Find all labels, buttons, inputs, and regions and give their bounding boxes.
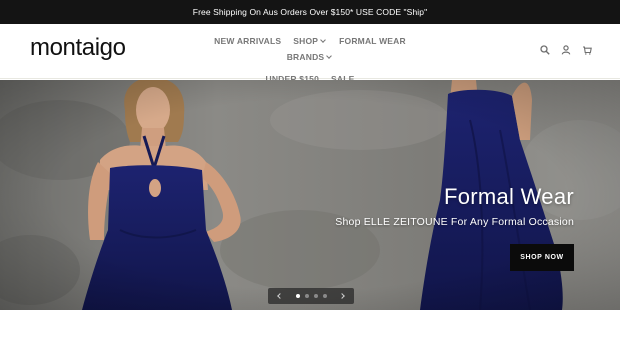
site-header: montaigo NEW ARRIVALS SHOP FORMAL WEAR B… xyxy=(0,24,620,84)
nav-label: FORMAL WEAR xyxy=(339,36,406,46)
hero-title: Formal Wear xyxy=(443,184,574,209)
page-body xyxy=(0,310,620,343)
chevron-down-icon xyxy=(326,52,333,62)
chevron-left-icon[interactable] xyxy=(275,292,283,300)
hero-slideshow: Formal Wear Shop ELLE ZEITOUNE For Any F… xyxy=(0,80,620,310)
hero-subtitle: Shop ELLE ZEITOUNE For Any Formal Occasi… xyxy=(335,216,574,228)
announcement-text: Free Shipping On Aus Orders Over $150* U… xyxy=(192,7,428,17)
announcement-bar: Free Shipping On Aus Orders Over $150* U… xyxy=(0,0,620,24)
nav-formal-wear[interactable]: FORMAL WEAR xyxy=(333,36,412,46)
slide-dot[interactable] xyxy=(304,294,309,298)
account-icon[interactable] xyxy=(561,45,571,55)
slide-dot[interactable] xyxy=(295,294,300,298)
slide-dots xyxy=(295,294,327,298)
chevron-down-icon xyxy=(320,36,327,46)
cart-icon[interactable] xyxy=(582,45,592,55)
nav-label: SHOP xyxy=(293,36,319,46)
slide-dot[interactable] xyxy=(313,294,318,298)
main-nav: NEW ARRIVALS SHOP FORMAL WEAR BRANDS UND… xyxy=(180,36,440,84)
nav-shop[interactable]: SHOP xyxy=(287,36,333,46)
search-icon[interactable] xyxy=(540,45,550,55)
header-icons xyxy=(540,45,592,55)
nav-label: NEW ARRIVALS xyxy=(214,36,282,46)
shop-now-button[interactable]: SHOP NOW xyxy=(510,244,574,271)
slideshow-controls xyxy=(268,288,354,304)
slide-dot[interactable] xyxy=(322,294,327,298)
site-logo[interactable]: montaigo xyxy=(30,34,126,62)
nav-label: BRANDS xyxy=(286,52,325,62)
nav-brands[interactable]: BRANDS xyxy=(281,52,340,62)
nav-new-arrivals[interactable]: NEW ARRIVALS xyxy=(208,36,287,46)
chevron-right-icon[interactable] xyxy=(339,292,347,300)
